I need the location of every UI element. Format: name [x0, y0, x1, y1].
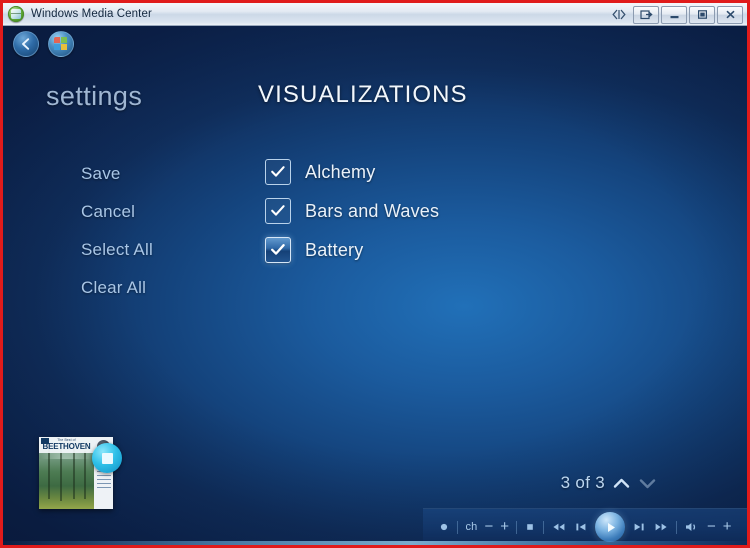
maximize-icon[interactable]	[689, 5, 715, 24]
minimize-icon[interactable]	[661, 5, 687, 24]
menu-item-select-all[interactable]: Select All	[81, 240, 153, 260]
list-item[interactable]: Bars and Waves	[265, 198, 439, 224]
next-track-icon[interactable]	[632, 521, 646, 533]
media-center-window: Windows Media Center settings VISUALIZAT…	[0, 0, 750, 548]
window-title: Windows Media Center	[31, 8, 152, 20]
channel-down-button[interactable]: −	[484, 519, 493, 536]
rewind-icon[interactable]	[551, 521, 567, 533]
list-item-label: Bars and Waves	[305, 200, 440, 221]
fast-forward-icon[interactable]	[653, 521, 669, 533]
window-titlebar: Windows Media Center	[3, 3, 747, 26]
checkbox-bars-and-waves[interactable]	[265, 198, 291, 224]
list-item[interactable]: Alchemy	[265, 159, 439, 185]
page-indicator: 3 of 3	[561, 473, 657, 493]
checkbox-battery[interactable]	[265, 237, 291, 263]
volume-icon[interactable]	[684, 521, 700, 533]
window-controls	[607, 5, 743, 24]
play-icon[interactable]	[595, 512, 626, 542]
section-label: settings	[46, 81, 143, 111]
list-item-label: Battery	[305, 239, 364, 260]
volume-up-button[interactable]: +	[723, 519, 732, 536]
page-count-label: 3 of 3	[560, 473, 605, 492]
back-arrow-icon[interactable]	[13, 31, 39, 57]
media-center-stage: settings VISUALIZATIONS Save Cancel Sele…	[3, 26, 747, 545]
close-icon[interactable]	[717, 5, 743, 24]
check-icon	[271, 166, 285, 177]
command-menu: Save Cancel Select All Clear All	[81, 164, 153, 298]
chevron-up-icon[interactable]	[612, 476, 631, 491]
volume-down-button[interactable]: −	[707, 519, 716, 536]
visualization-list: Alchemy Bars and Waves Battery	[265, 159, 439, 263]
divider	[676, 520, 678, 534]
divider	[543, 520, 545, 534]
list-item-label: Alchemy	[305, 161, 376, 182]
channel-up-button[interactable]: +	[500, 519, 509, 536]
list-item[interactable]: Battery	[265, 237, 439, 263]
page-title: VISUALIZATIONS	[258, 81, 468, 108]
album-title-band: The Best of BEETHOVEN	[39, 437, 94, 453]
check-icon	[271, 244, 285, 255]
checkbox-alchemy[interactable]	[265, 159, 291, 185]
label-logo-icon	[41, 438, 49, 444]
navigation-bar	[13, 31, 74, 57]
previous-track-icon[interactable]	[574, 521, 588, 533]
stop-icon[interactable]	[524, 521, 536, 533]
channel-label: ch	[465, 521, 478, 533]
transport-controls: ch − + − +	[423, 508, 747, 545]
menu-item-clear-all[interactable]: Clear All	[81, 278, 153, 298]
menu-item-save[interactable]: Save	[81, 164, 153, 184]
restore-window-icon[interactable]	[633, 5, 659, 24]
windows-start-icon[interactable]	[48, 31, 74, 57]
check-icon	[271, 205, 285, 216]
divider	[516, 520, 518, 534]
now-playing-thumbnail[interactable]: The Best of BEETHOVEN	[39, 437, 122, 509]
record-icon[interactable]	[438, 521, 450, 533]
divider	[457, 520, 459, 534]
windows-media-center-orb-icon	[8, 6, 24, 22]
stop-badge-icon[interactable]	[92, 443, 122, 473]
bottom-glow-divider	[3, 541, 747, 545]
chevron-down-icon[interactable]	[638, 476, 657, 491]
media-nav-icon[interactable]	[607, 6, 631, 24]
menu-item-cancel[interactable]: Cancel	[81, 202, 153, 222]
